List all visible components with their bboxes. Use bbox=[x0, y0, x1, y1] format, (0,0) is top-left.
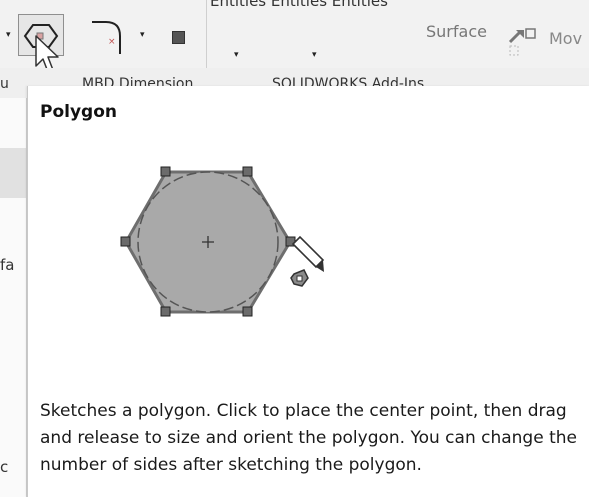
surface-label[interactable]: Surface bbox=[426, 22, 487, 41]
move-entities-label[interactable]: Mov bbox=[549, 29, 582, 48]
chevron-down-icon[interactable]: ▾ bbox=[312, 50, 317, 60]
tree-text-fragment: c bbox=[0, 458, 9, 476]
tree-text-fragment: fa bbox=[0, 256, 15, 274]
polygon-illustration bbox=[120, 166, 325, 317]
chevron-down-icon[interactable]: ▾ bbox=[234, 50, 239, 60]
tooltip-description: Sketches a polygon. Click to place the c… bbox=[40, 401, 577, 475]
chevron-down-icon[interactable]: ▾ bbox=[140, 30, 145, 40]
toolbar-separator bbox=[206, 0, 207, 68]
toolbar-group-labels: Entities Entities Entities bbox=[210, 0, 388, 10]
command-manager-toolbar: Entities Entities Entities ▾ × ▾ ▾ ▾ Sur… bbox=[0, 0, 589, 73]
move-entities-icon[interactable] bbox=[504, 22, 544, 62]
chevron-down-icon[interactable]: ▾ bbox=[6, 30, 11, 40]
tab-partial[interactable]: u bbox=[0, 76, 9, 92]
polygon-tooltip: Polygon Sketches a polygon. Click to pla… bbox=[27, 86, 589, 497]
pencil-cursor-icon bbox=[290, 235, 325, 287]
arc-icon: × bbox=[92, 21, 121, 54]
square-icon[interactable] bbox=[172, 31, 185, 44]
svg-text:×: × bbox=[108, 37, 116, 47]
tooltip-title: Polygon bbox=[40, 102, 117, 122]
arc-button[interactable]: × bbox=[88, 14, 134, 56]
tree-selected-row bbox=[0, 148, 26, 198]
